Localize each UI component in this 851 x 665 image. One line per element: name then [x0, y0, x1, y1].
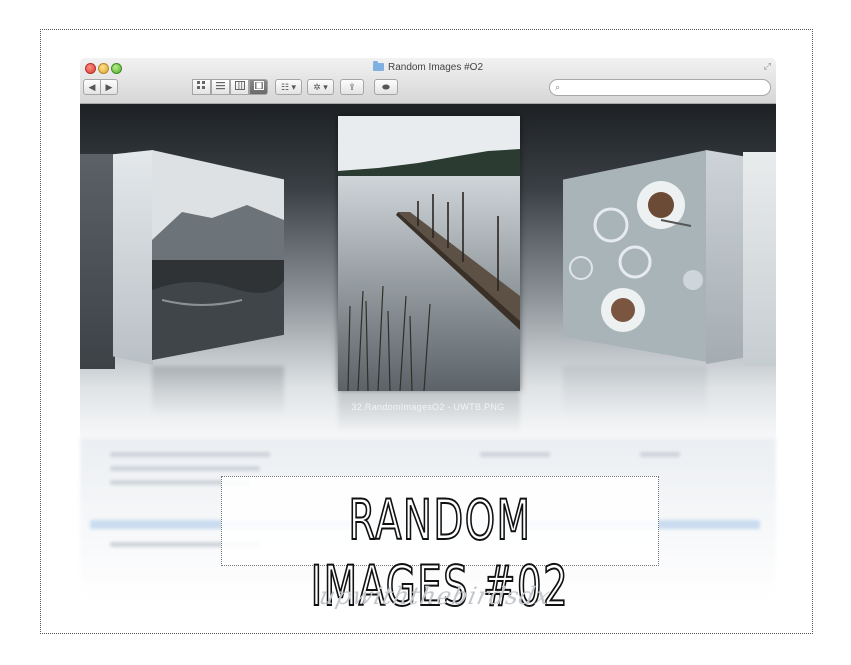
cover-thumbnail[interactable] — [563, 150, 707, 362]
cover-flow-area: 32.RandomImagesO2 - UWTB.PNG — [80, 104, 776, 438]
list-item[interactable] — [110, 466, 260, 471]
search-field[interactable]: ⌕ — [549, 79, 771, 96]
window-title: Random Images #O2 — [80, 61, 776, 74]
search-icon: ⌕ — [555, 82, 561, 92]
cover-flow-view-icon — [253, 81, 264, 90]
watermark-signature: upwiththebirdsdx — [316, 582, 554, 610]
edit-tags-button[interactable]: ⬬ — [374, 79, 398, 95]
share-icon: ⇪ — [348, 82, 356, 92]
cover-thumbnail[interactable] — [743, 152, 776, 366]
cover-reflection — [338, 394, 520, 434]
folder-icon — [372, 61, 384, 71]
lake-pier-image — [338, 116, 520, 391]
share-button[interactable]: ⇪ — [340, 79, 364, 95]
column-view-icon — [234, 81, 245, 90]
gear-icon: ✲ ▾ — [313, 82, 328, 92]
back-button[interactable]: ◀ — [83, 79, 101, 95]
icon-view-button[interactable] — [192, 79, 211, 95]
window-title-text: Random Images #O2 — [387, 62, 484, 73]
list-view-button[interactable] — [211, 79, 230, 95]
back-icon: ◀ — [88, 82, 96, 92]
icon-view-icon — [197, 81, 205, 89]
action-button[interactable]: ✲ ▾ — [307, 79, 334, 95]
coffee-cups-image — [563, 150, 707, 362]
list-item[interactable] — [110, 452, 270, 457]
arrange-icon: ☷ ▾ — [280, 82, 297, 92]
tag-icon: ⬬ — [382, 82, 390, 92]
list-item-date — [480, 452, 550, 457]
list-view-icon — [216, 82, 225, 90]
selected-file-name: 32.RandomImagesO2 - UWTB.PNG — [351, 402, 505, 412]
fullscreen-icon[interactable]: ⤢ — [764, 61, 771, 72]
graphic-title-box: RANDOM IMAGES #02 — [221, 476, 659, 619]
cover-thumbnail[interactable] — [706, 150, 744, 364]
cover-flow-view-button[interactable] — [249, 79, 268, 95]
cover-thumbnail[interactable] — [113, 150, 153, 365]
mountain-lake-image — [152, 150, 284, 360]
cover-thumbnail[interactable] — [152, 150, 284, 360]
cover-selected[interactable] — [338, 116, 520, 391]
forward-button[interactable]: ▶ — [100, 79, 118, 95]
title-bar: Random Images #O2 ⤢ ◀ ▶ ☷ ▾ ✲ ▾ ⇪ ⬬ ⌕ — [80, 58, 776, 104]
cover-thumbnail[interactable] — [80, 154, 115, 369]
finder-window: Random Images #O2 ⤢ ◀ ▶ ☷ ▾ ✲ ▾ ⇪ ⬬ ⌕ 32… — [80, 58, 776, 438]
arrange-button[interactable]: ☷ ▾ — [275, 79, 302, 95]
forward-icon: ▶ — [105, 82, 113, 92]
list-item-size — [640, 452, 680, 457]
column-view-button[interactable] — [230, 79, 249, 95]
